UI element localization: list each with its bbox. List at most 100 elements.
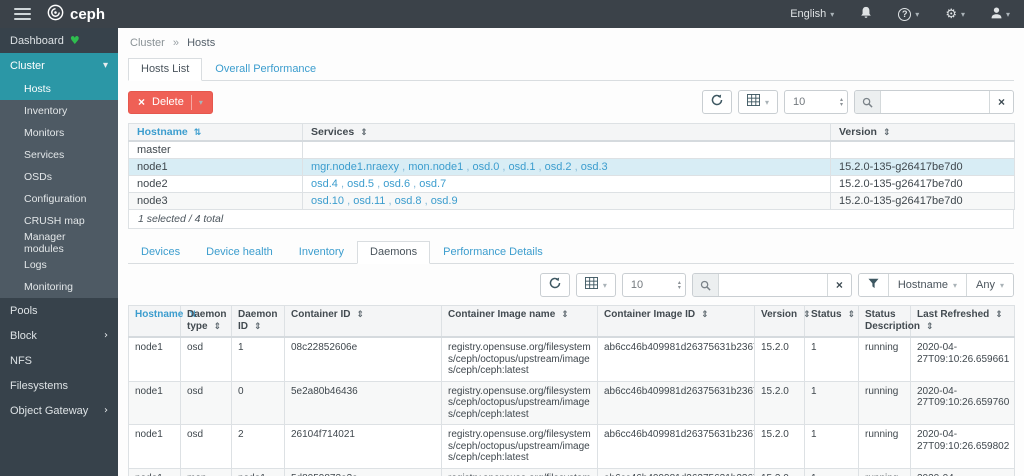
filter-value-dropdown[interactable]: Any ▾: [966, 274, 1013, 296]
sidebar-item-cluster[interactable]: Cluster ▾: [0, 53, 118, 78]
filter-button[interactable]: [858, 274, 888, 296]
sidebar-item-dashboard[interactable]: Dashboard ♥: [0, 28, 118, 53]
cell-container-image-name: registry.opensuse.org/filesystems/ceph/o…: [441, 380, 598, 425]
service-link[interactable]: osd.11: [353, 195, 385, 207]
sidebar-item-osds[interactable]: OSDs: [0, 166, 118, 188]
filter-group: Hostname ▾ Any ▾: [857, 273, 1014, 297]
sidebar-item-inventory[interactable]: Inventory: [0, 100, 118, 122]
service-link[interactable]: osd.10: [311, 195, 344, 207]
user-dropdown[interactable]: ▾: [991, 7, 1010, 22]
clear-search-icon[interactable]: ×: [989, 91, 1013, 113]
column-header-daemon-id[interactable]: Daemon ID ⇕: [231, 305, 285, 338]
page-size-input[interactable]: [630, 279, 678, 291]
chevron-down-icon: ▾: [602, 280, 607, 290]
service-link[interactable]: osd.7: [419, 178, 446, 190]
column-header-container-id[interactable]: Container ID ⇕: [284, 305, 442, 338]
tab-performance-details[interactable]: Performance Details: [430, 241, 556, 264]
search-input[interactable]: [718, 274, 827, 296]
delete-button[interactable]: × Delete ▾: [128, 90, 213, 114]
cell-status-description: running: [858, 467, 911, 476]
brand-name: ceph: [70, 5, 106, 23]
chevron-right-icon: ›: [104, 330, 108, 341]
notifications-button[interactable]: [860, 6, 872, 22]
sort-icon: ⇕: [213, 322, 222, 332]
page-size-input[interactable]: [793, 96, 840, 108]
daemon-row[interactable]: node1 osd 0 5e2a80b46436 registry.opensuse.o…: [128, 380, 1015, 425]
chevron-down-icon: ▾: [960, 9, 965, 19]
cell-version: 15.2.0: [754, 467, 805, 476]
refresh-button[interactable]: [539, 273, 570, 297]
service-link[interactable]: osd.4: [311, 178, 338, 190]
cell-last-refreshed: 2020-04-27T09:10:26.659760: [910, 380, 1015, 425]
tab-devices[interactable]: Devices: [128, 241, 193, 264]
sidebar-item-crush-map[interactable]: CRUSH map: [0, 210, 118, 232]
tab-hosts-list[interactable]: Hosts List: [128, 58, 203, 81]
sidebar-item-label: CRUSH map: [24, 215, 85, 227]
sidebar-item-nfs[interactable]: NFS: [0, 348, 118, 373]
sidebar-item-monitoring[interactable]: Monitoring: [0, 276, 118, 298]
service-link[interactable]: osd.0: [472, 161, 499, 173]
tab-device-health[interactable]: Device health: [193, 241, 286, 264]
brand[interactable]: ceph: [47, 4, 105, 25]
host-row[interactable]: node2 osd.4 , osd.5 , osd.6 , osd.7 15.2.0…: [128, 175, 1015, 193]
breadcrumb-cluster[interactable]: Cluster: [130, 37, 165, 49]
sidebar-item-services[interactable]: Services: [0, 144, 118, 166]
column-header-container-image-id[interactable]: Container Image ID ⇕: [597, 305, 755, 338]
sidebar-item-filesystems[interactable]: Filesystems: [0, 373, 118, 398]
sidebar-item-monitors[interactable]: Monitors: [0, 122, 118, 144]
column-header-version[interactable]: Version ⇕: [830, 123, 1015, 142]
help-dropdown[interactable]: ? ▾: [898, 7, 919, 21]
stepper-arrows-icon[interactable]: ▴ ▾: [678, 280, 681, 291]
sidebar-item-object-gateway[interactable]: Object Gateway ›: [0, 398, 118, 423]
chevron-down-icon: ▾: [830, 9, 835, 19]
sidebar-item-block[interactable]: Block ›: [0, 323, 118, 348]
refresh-button[interactable]: [701, 90, 732, 114]
language-dropdown[interactable]: English ▾: [790, 8, 834, 20]
column-header-services[interactable]: Services ⇕: [302, 123, 831, 142]
settings-dropdown[interactable]: ⚙ ▾: [945, 8, 965, 21]
tab-inventory[interactable]: Inventory: [286, 241, 357, 264]
hamburger-icon[interactable]: [14, 8, 31, 20]
tab-overall-performance[interactable]: Overall Performance: [202, 58, 329, 81]
service-link[interactable]: osd.5: [347, 178, 374, 190]
sidebar-item-configuration[interactable]: Configuration: [0, 188, 118, 210]
service-link[interactable]: osd.6: [383, 178, 410, 190]
column-header-hostname[interactable]: Hostname⇅: [128, 305, 197, 338]
host-row[interactable]: node1 mgr.node1.nraexy , mon.node1 , osd.…: [128, 158, 1015, 176]
service-link[interactable]: osd.3: [581, 161, 608, 173]
service-link[interactable]: osd.2: [545, 161, 572, 173]
sort-icon: ⇕: [926, 322, 934, 332]
column-header-version[interactable]: Version ⇕: [754, 305, 811, 338]
cell-hostname: node1: [128, 380, 181, 425]
cell-version: 15.2.0: [754, 424, 805, 469]
host-row[interactable]: master: [128, 140, 1015, 159]
column-header-daemon-type[interactable]: Daemon type ⇕: [180, 305, 232, 338]
column-header-status-description[interactable]: Status Description ⇕: [858, 305, 934, 338]
filter-column-dropdown[interactable]: Hostname ▾: [887, 274, 967, 296]
service-link[interactable]: mon.node1: [408, 161, 463, 173]
cell-status-description: running: [858, 424, 911, 469]
stepper-arrows-icon[interactable]: ▴ ▾: [840, 97, 843, 108]
service-link[interactable]: osd.8: [395, 195, 422, 207]
sidebar-item-hosts[interactable]: Hosts: [0, 78, 118, 100]
column-toggle-button[interactable]: ▾: [737, 90, 778, 114]
column-header-container-image-name[interactable]: Container Image name ⇕: [441, 305, 598, 338]
service-link[interactable]: osd.1: [509, 161, 536, 173]
column-header-hostname[interactable]: Hostname⇅: [128, 123, 303, 142]
daemon-row[interactable]: node1monnode15d8059873e3aregistry.opensu…: [128, 467, 1015, 476]
cell-hostname: node2: [128, 175, 303, 193]
search-icon: [692, 274, 719, 296]
sidebar-item-pools[interactable]: Pools: [0, 298, 118, 323]
daemon-row[interactable]: node1 osd 2 26104f714021 registry.opensuse.o…: [128, 424, 1015, 469]
host-row[interactable]: node3 osd.10 , osd.11 , osd.8 , osd.9 15.2…: [128, 192, 1015, 210]
tab-daemons[interactable]: Daemons: [357, 241, 431, 264]
daemon-row[interactable]: node1 osd 1 08c22852606e registry.opensuse.o…: [128, 336, 1015, 382]
column-toggle-button[interactable]: ▾: [575, 273, 616, 297]
clear-search-icon[interactable]: ×: [826, 274, 851, 296]
sidebar-item-manager-modules[interactable]: Manager modules: [0, 231, 118, 255]
search-input[interactable]: [881, 91, 989, 113]
sidebar-item-logs[interactable]: Logs: [0, 254, 118, 276]
service-link[interactable]: osd.9: [431, 195, 458, 207]
service-link[interactable]: mgr.node1.nraexy: [311, 161, 399, 173]
column-header-status[interactable]: Status ⇕: [804, 305, 859, 338]
